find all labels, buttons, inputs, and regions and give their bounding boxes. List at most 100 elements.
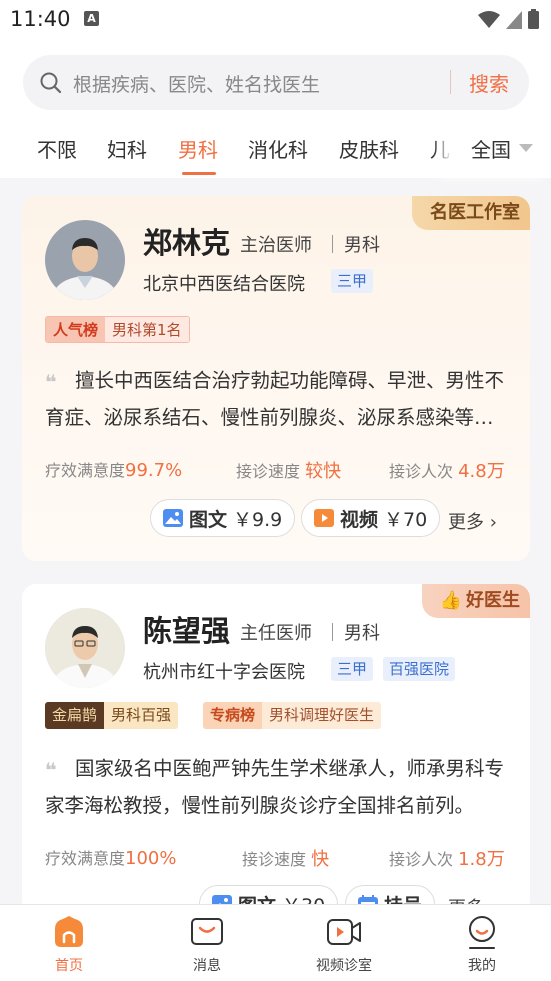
battery-icon: [528, 9, 539, 29]
search-box[interactable]: 根据疾病、医院、姓名找医生 搜索: [23, 55, 529, 110]
doctor-name: 郑林克: [143, 226, 231, 260]
famous-studio-badge: 名医工作室: [412, 196, 530, 230]
service-price: ￥70: [384, 508, 428, 531]
search-input[interactable]: 根据疾病、医院、姓名找医生: [73, 70, 320, 97]
rank-value: 男科第1名: [105, 317, 189, 342]
nav-label: 视频诊室: [316, 958, 372, 974]
stat-speed: 接诊速度 快: [242, 845, 329, 871]
doctor-name: 陈望强: [143, 614, 231, 648]
doctor-expertise: 擅长中西医结合治疗勃起功能障碍、早泄、男性不育症、泌尿系结石、慢性前列腺炎、泌尿…: [45, 369, 505, 429]
doctor-title: 主治医师: [240, 235, 312, 256]
doctor-expertise: 国家级名中医鲍严钟先生学术继承人，师承男科专家李海松教授，慢性前列腺炎诊疗全国排…: [45, 757, 505, 817]
stat-value: 1.8万: [458, 849, 505, 870]
nav-home[interactable]: 首页: [14, 905, 124, 981]
stat-value: 4.8万: [458, 461, 505, 482]
department-tabs: 不限 妇科 男科 消化科 皮肤科 儿科 全国: [0, 132, 551, 178]
nav-profile[interactable]: 我的: [427, 905, 537, 981]
tab-pediatrics[interactable]: 儿科: [430, 134, 450, 163]
video-icon: [314, 509, 334, 527]
nav-label: 消息: [193, 958, 221, 974]
doctor-photo: [45, 608, 125, 688]
rank-value: 男科调理好医生: [262, 702, 382, 729]
hospital-level-tag: 三甲: [331, 657, 374, 681]
stat-label: 疗效满意度: [45, 461, 126, 480]
image-text-consult-button[interactable]: 图文 ￥9.9: [150, 499, 296, 537]
stat-satisfaction: 疗效满意度99.7%: [45, 457, 182, 481]
stat-value: 100%: [125, 848, 177, 869]
stat-value: 99.7%: [125, 460, 183, 481]
service-label: 视频: [340, 508, 379, 531]
caret-down-icon: [519, 144, 533, 152]
more-label: 更多: [448, 512, 484, 533]
title-separator: [332, 623, 333, 641]
status-time: 11:40: [10, 7, 71, 31]
profile-icon: [469, 916, 495, 949]
hospital-level-tag: 三甲: [331, 269, 374, 293]
thumbs-up-icon: 👍: [439, 590, 462, 611]
badge-label: 好医生: [466, 590, 520, 611]
good-doctor-badge: 👍 好医生: [421, 584, 530, 618]
doctor-title: 主任医师: [240, 623, 312, 644]
stat-speed: 接诊速度 较快: [236, 457, 341, 483]
stat-consultations: 接诊人次 4.8万: [389, 457, 505, 483]
stat-satisfaction: 疗效满意度100%: [45, 845, 176, 869]
video-room-icon: [327, 919, 361, 945]
tab-dermatology[interactable]: 皮肤科: [339, 134, 399, 163]
image-text-icon: [163, 509, 183, 527]
active-tab-indicator: [182, 172, 216, 175]
stat-value: 较快: [305, 461, 342, 482]
tab-gastroenterology[interactable]: 消化科: [248, 134, 308, 163]
nav-label: 首页: [55, 958, 83, 974]
doctor-photo: [45, 220, 125, 300]
search-divider: [450, 70, 451, 94]
home-icon: [55, 916, 83, 947]
popularity-rank-tag[interactable]: 人气榜 男科第1名: [45, 316, 190, 343]
stat-label: 接诊速度: [236, 462, 301, 481]
doctor-card[interactable]: 名医工作室 郑林克 主治医师 男科 北京中西医结合医院 三甲 人气榜 男科第1名…: [22, 196, 530, 561]
message-icon: [191, 918, 223, 945]
service-label: 图文: [189, 508, 228, 531]
title-separator: [332, 235, 333, 253]
tab-andrology[interactable]: 男科: [178, 134, 218, 163]
specialty-rank-tag[interactable]: 专病榜 男科调理好医生: [203, 702, 382, 729]
rank-key: 人气榜: [46, 317, 106, 342]
stat-label: 接诊人次: [389, 850, 454, 869]
tab-scroll[interactable]: 不限 妇科 男科 消化科 皮肤科 儿科: [0, 132, 450, 178]
stat-value: 快: [311, 849, 330, 870]
status-bar: 11:40 A: [0, 0, 551, 38]
doctor-card[interactable]: 👍 好医生 陈望强 主任医师 男科 杭州市红十字会医院 三甲 百强医院 金扁鹊 …: [22, 584, 530, 914]
wifi-icon: [478, 11, 500, 28]
rank-key: 金扁鹊: [45, 702, 105, 729]
region-select[interactable]: 全国: [450, 132, 551, 178]
golden-bianque-rank-tag[interactable]: 金扁鹊 男科百强: [45, 702, 179, 729]
nav-video-room[interactable]: 视频诊室: [289, 905, 399, 981]
top-area: 根据疾病、医院、姓名找医生 搜索 不限 妇科 男科 消化科 皮肤科 儿科 全国: [0, 38, 551, 178]
more-services-link[interactable]: 更多 ›: [448, 508, 497, 534]
region-label: 全国: [471, 138, 511, 162]
status-icons: [478, 9, 539, 29]
video-consult-button[interactable]: 视频 ￥70: [301, 499, 441, 537]
stat-label: 接诊人次: [389, 462, 454, 481]
doctor-avatar[interactable]: [45, 608, 125, 688]
doctor-avatar[interactable]: [45, 220, 125, 300]
doctor-department: 男科: [344, 235, 380, 256]
signal-icon: [506, 11, 522, 29]
stat-label: 疗效满意度: [45, 849, 126, 868]
hospital-name: 杭州市红十字会医院: [143, 662, 305, 683]
nav-messages[interactable]: 消息: [152, 905, 262, 981]
rank-key: 专病榜: [203, 702, 263, 729]
top-hospital-tag: 百强医院: [383, 657, 456, 681]
stat-consultations: 接诊人次 1.8万: [389, 845, 505, 871]
service-price: ￥9.9: [233, 508, 283, 531]
badge-label: 名医工作室: [430, 202, 520, 223]
bottom-navigation: 首页 消息 视频诊室 我的: [0, 904, 551, 981]
search-icon: [40, 72, 62, 94]
chevron-right-icon: ›: [484, 512, 497, 533]
tab-unlimited[interactable]: 不限: [37, 134, 77, 163]
doctor-department: 男科: [344, 623, 380, 644]
rank-value: 男科百强: [104, 702, 179, 729]
search-button[interactable]: 搜索: [469, 68, 509, 97]
tab-gynecology[interactable]: 妇科: [107, 134, 147, 163]
notification-app-icon: A: [84, 11, 99, 26]
stat-label: 接诊速度: [242, 850, 307, 869]
